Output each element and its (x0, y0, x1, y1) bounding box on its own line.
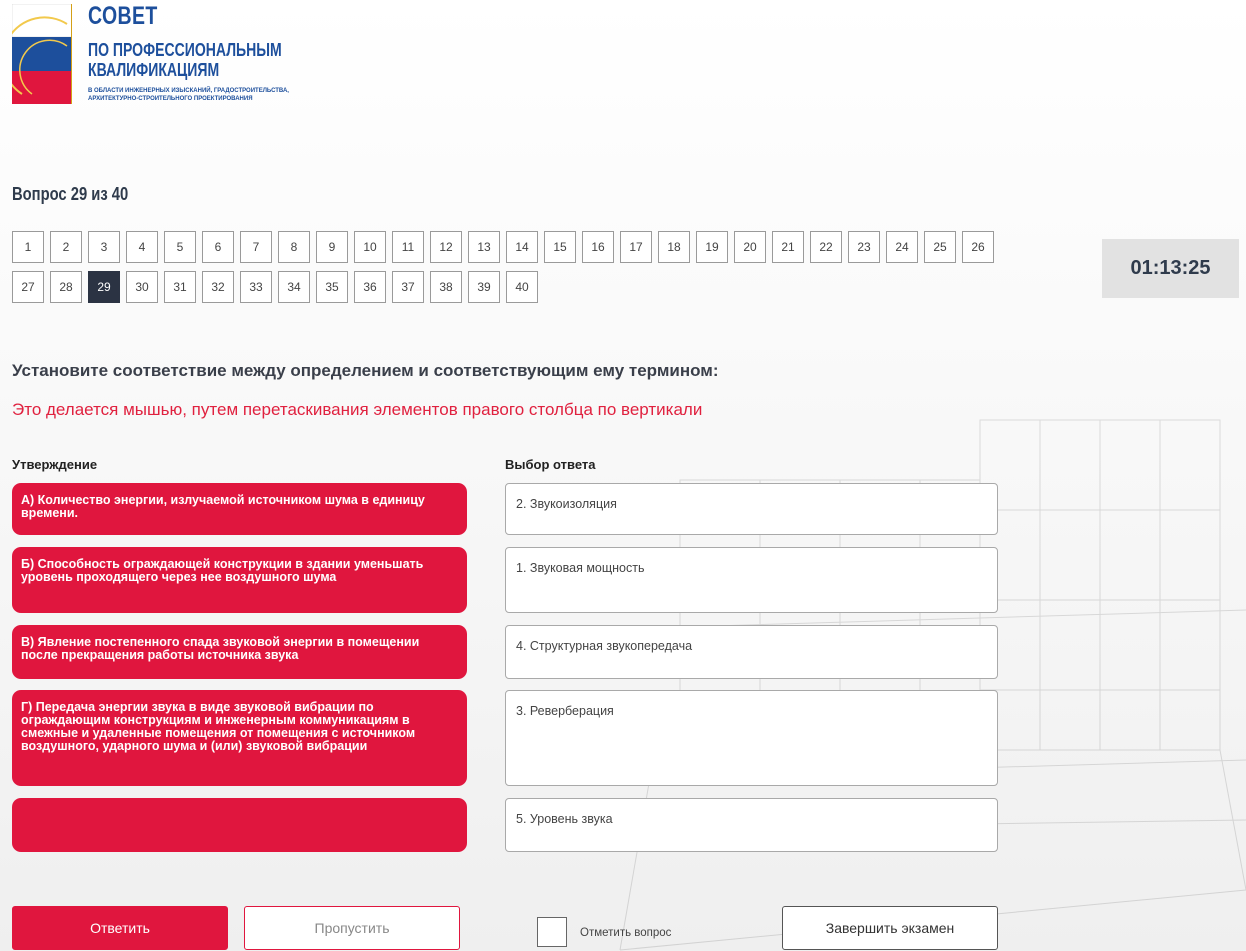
question-nav-button[interactable]: 36 (354, 271, 386, 303)
question-nav-button[interactable]: 8 (278, 231, 310, 263)
statement-card: Г) Передача энергии звука в виде звуково… (12, 690, 467, 786)
answers-column-header: Выбор ответа (505, 457, 596, 472)
question-nav-button[interactable]: 39 (468, 271, 500, 303)
finish-exam-button[interactable]: Завершить экзамен (782, 906, 998, 950)
question-nav-button[interactable]: 1 (12, 231, 44, 263)
logo-subtitle-1: ПО ПРОФЕССИОНАЛЬНЫМ (88, 40, 282, 60)
question-nav-button[interactable]: 35 (316, 271, 348, 303)
answer-option[interactable]: 4. Структурная звукопередача (505, 625, 998, 679)
statement-card-empty (12, 798, 467, 852)
question-nav-button[interactable]: 23 (848, 231, 880, 263)
answer-option[interactable]: 3. Реверберация (505, 690, 998, 786)
flag-question-label: Отметить вопрос (580, 927, 672, 939)
question-nav-button[interactable]: 5 (164, 231, 196, 263)
logo-title: СОВЕТ (88, 2, 158, 30)
question-nav-button[interactable]: 10 (354, 231, 386, 263)
question-instruction: Установите соответствие между определени… (12, 361, 719, 380)
question-nav-button[interactable]: 26 (962, 231, 994, 263)
answer-option[interactable]: 1. Звуковая мощность (505, 547, 998, 613)
question-nav-button[interactable]: 30 (126, 271, 158, 303)
question-nav-button[interactable]: 13 (468, 231, 500, 263)
question-nav-button[interactable]: 12 (430, 231, 462, 263)
question-nav-button[interactable]: 17 (620, 231, 652, 263)
question-nav-button[interactable]: 6 (202, 231, 234, 263)
question-nav-button[interactable]: 27 (12, 271, 44, 303)
exam-page: СОВЕТ ПО ПРОФЕССИОНАЛЬНЫМ КВАЛИФИКАЦИЯМ … (0, 0, 1246, 951)
question-nav-button[interactable]: 7 (240, 231, 272, 263)
question-nav-button[interactable]: 28 (50, 271, 82, 303)
question-counter: Вопрос 29 из 40 (12, 184, 129, 204)
question-nav-button[interactable]: 2 (50, 231, 82, 263)
answer-button[interactable]: Ответить (12, 906, 228, 950)
question-nav-button[interactable]: 19 (696, 231, 728, 263)
question-nav-button[interactable]: 29 (88, 271, 120, 303)
question-nav-button[interactable]: 20 (734, 231, 766, 263)
answer-option[interactable]: 5. Уровень звука (505, 798, 998, 852)
question-nav-button[interactable]: 3 (88, 231, 120, 263)
question-nav-button[interactable]: 9 (316, 231, 348, 263)
statement-card: В) Явление постепенного спада звуковой э… (12, 625, 467, 679)
question-nav-button[interactable]: 24 (886, 231, 918, 263)
statements-column-header: Утверждение (12, 457, 98, 472)
drag-hint: Это делается мышью, путем перетаскивания… (12, 400, 703, 419)
answer-option[interactable]: 2. Звукоизоляция (505, 483, 998, 535)
skip-button[interactable]: Пропустить (244, 906, 460, 950)
flag-question-checkbox[interactable] (537, 917, 567, 947)
statement-card: А) Количество энергии, излучаемой источн… (12, 483, 467, 535)
logo-subtitle-2: КВАЛИФИКАЦИЯМ (88, 60, 220, 80)
question-nav-button[interactable]: 31 (164, 271, 196, 303)
question-nav-button[interactable]: 15 (544, 231, 576, 263)
question-nav-button[interactable]: 16 (582, 231, 614, 263)
question-nav-button[interactable]: 4 (126, 231, 158, 263)
logo-caption-2: АРХИТЕКТУРНО-СТРОИТЕЛЬНОГО ПРОЕКТИРОВАНИ… (88, 96, 253, 102)
question-nav-button[interactable]: 18 (658, 231, 690, 263)
question-nav-button[interactable]: 21 (772, 231, 804, 263)
question-nav-button[interactable]: 25 (924, 231, 956, 263)
council-logo: СОВЕТ ПО ПРОФЕССИОНАЛЬНЫМ КВАЛИФИКАЦИЯМ … (12, 4, 342, 122)
question-nav-button[interactable]: 34 (278, 271, 310, 303)
question-nav-button[interactable]: 40 (506, 271, 538, 303)
exam-timer: 01:13:25 (1102, 239, 1239, 298)
logo-emblem-icon (12, 4, 72, 104)
question-nav-button[interactable]: 11 (392, 231, 424, 263)
question-nav-button[interactable]: 32 (202, 271, 234, 303)
question-nav-button[interactable]: 38 (430, 271, 462, 303)
logo-caption-1: В ОБЛАСТИ ИНЖЕНЕРНЫХ ИЗЫСКАНИЙ, ГРАДОСТР… (88, 88, 289, 94)
question-nav-button[interactable]: 22 (810, 231, 842, 263)
question-nav-button[interactable]: 33 (240, 271, 272, 303)
question-nav-button[interactable]: 14 (506, 231, 538, 263)
question-nav-button[interactable]: 37 (392, 271, 424, 303)
statement-card: Б) Способность ограждающей конструкции в… (12, 547, 467, 613)
